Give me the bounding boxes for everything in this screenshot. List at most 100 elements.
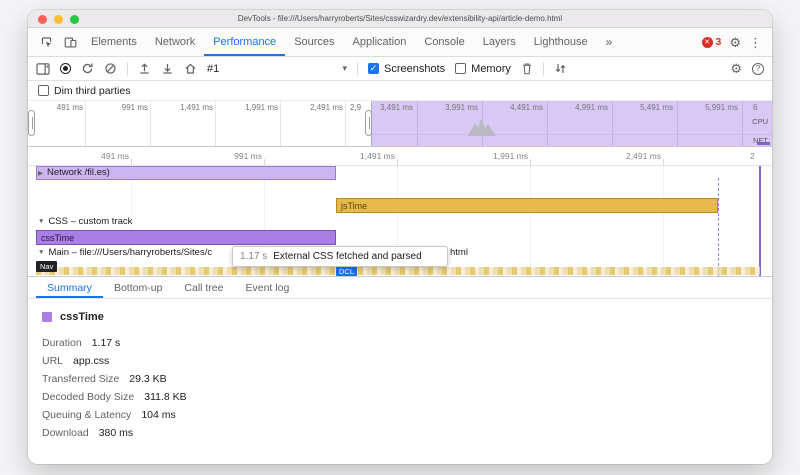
- overview-tick: 3,491 ms: [353, 103, 413, 112]
- tab-elements[interactable]: Elements: [82, 28, 146, 56]
- upload-icon: [138, 62, 151, 75]
- tab-application[interactable]: Application: [344, 28, 416, 56]
- summary-row: Decoded Body Size 311.8 KB: [42, 388, 772, 406]
- record-icon: [63, 66, 68, 71]
- help-icon[interactable]: ?: [752, 63, 764, 75]
- home-button[interactable]: [184, 62, 197, 75]
- timeline-ruler[interactable]: 491 ms 991 ms 1,491 ms 1,991 ms 2,491 ms…: [28, 147, 772, 166]
- overview-tick: 5,991 ms: [678, 103, 738, 112]
- network-track-header[interactable]: ▶ Network /fil.es): [38, 167, 110, 178]
- devtools-window: DevTools - file:///Users/harryroberts/Si…: [28, 10, 772, 464]
- js-time-bar[interactable]: jsTime: [336, 198, 718, 213]
- capture-settings-button[interactable]: [554, 62, 567, 75]
- tab-lighthouse[interactable]: Lighthouse: [525, 28, 597, 56]
- tab-sources[interactable]: Sources: [285, 28, 343, 56]
- download-icon: [161, 62, 174, 75]
- tooltip-text: External CSS fetched and parsed: [273, 251, 421, 262]
- ruler-tick: 2,491 ms: [601, 151, 661, 161]
- record-button[interactable]: [60, 63, 71, 74]
- reload-and-record-button[interactable]: [81, 62, 94, 75]
- error-icon: ✕: [702, 37, 713, 48]
- toolbar-divider: [543, 62, 544, 76]
- history-select[interactable]: #1 ▾: [207, 63, 347, 75]
- css-time-bar[interactable]: cssTime: [36, 230, 336, 245]
- grid-line: [345, 101, 346, 146]
- ruler-mark: [131, 159, 132, 165]
- summary-row-label: URL: [42, 355, 63, 367]
- ruler-mark: [264, 159, 265, 165]
- toggle-sidebar-button[interactable]: [36, 63, 50, 75]
- ruler-mark: [530, 159, 531, 165]
- css-track-header[interactable]: ▼ CSS – custom track: [38, 216, 132, 227]
- memory-toggle[interactable]: Memory: [455, 63, 511, 75]
- swap-vert-icon: [554, 62, 567, 75]
- overview-tick: 4,491 ms: [483, 103, 543, 112]
- grid-line: [215, 101, 216, 146]
- inspect-element-button[interactable]: [34, 28, 58, 56]
- more-tabs-button[interactable]: »: [597, 28, 622, 56]
- summary-row-value: 104 ms: [141, 409, 175, 421]
- titlebar: DevTools - file:///Users/harryroberts/Si…: [28, 10, 772, 28]
- error-badge[interactable]: ✕ 3: [702, 36, 722, 48]
- screenshots-toggle[interactable]: ✓ Screenshots: [368, 63, 445, 75]
- device-toolbar-button[interactable]: [58, 28, 82, 56]
- error-count: 3: [716, 36, 722, 48]
- screenshots-label: Screenshots: [384, 63, 445, 75]
- sidebar-toggle-icon: [36, 63, 50, 75]
- more-menu-icon[interactable]: ⋮: [749, 36, 762, 49]
- tab-network[interactable]: Network: [146, 28, 204, 56]
- timeline-overview[interactable]: 491 ms 991 ms 1,491 ms 1,991 ms 2,491 ms…: [28, 101, 772, 147]
- dcl-badge[interactable]: DCL: [336, 266, 357, 276]
- save-profile-button[interactable]: [161, 62, 174, 75]
- overview-tick: 991 ms: [88, 103, 148, 112]
- summary-row-label: Download: [42, 427, 89, 439]
- tab-console[interactable]: Console: [415, 28, 473, 56]
- ruler-mark: [663, 159, 664, 165]
- main-track-label-tail: html: [450, 247, 468, 258]
- ruler-tick: 1,991 ms: [468, 151, 528, 161]
- css-track-label: CSS – custom track: [48, 216, 132, 227]
- settings-gear-icon[interactable]: ⚙: [729, 36, 741, 49]
- overview-tick: 4,991 ms: [548, 103, 608, 112]
- tab-call-tree[interactable]: Call tree: [173, 277, 234, 298]
- overview-tick: 6: [753, 103, 757, 112]
- tab-bottom-up[interactable]: Bottom-up: [103, 277, 173, 298]
- tab-event-log[interactable]: Event log: [235, 277, 301, 298]
- flame-chart-area[interactable]: ▶ Network /fil.es) jsTime ▼ CSS – custom…: [28, 166, 772, 276]
- cpu-activity: [468, 116, 496, 136]
- performance-toolbar: #1 ▾ ✓ Screenshots Memory ⚙ ?: [28, 57, 772, 81]
- trash-icon: [521, 62, 533, 75]
- summary-row-label: Duration: [42, 337, 82, 349]
- main-track-header[interactable]: ▼ Main – file:///Users/harryroberts/Site…: [38, 247, 212, 258]
- tab-layers[interactable]: Layers: [474, 28, 525, 56]
- main-thread-activity-strip[interactable]: [36, 267, 760, 275]
- ruler-tick: 2: [750, 151, 755, 161]
- summary-row: Duration 1.17 s: [42, 334, 772, 352]
- summary-row-label: Transferred Size: [42, 373, 119, 385]
- summary-title: cssTime: [60, 311, 104, 323]
- ruler-tick: 491 ms: [69, 151, 129, 161]
- toolbar-divider: [127, 62, 128, 76]
- tab-summary[interactable]: Summary: [36, 277, 103, 298]
- screenshots-checkbox[interactable]: ✓: [368, 63, 379, 74]
- clear-recording-button[interactable]: [104, 62, 117, 75]
- summary-row: Download 380 ms: [42, 424, 772, 442]
- trace-end-line: [759, 166, 761, 276]
- chevron-down-icon: ▾: [342, 63, 347, 74]
- selection-handle-left[interactable]: [28, 110, 35, 136]
- ruler-mark: [397, 159, 398, 165]
- clear-icon: [104, 62, 117, 75]
- dim-third-parties-checkbox[interactable]: [38, 85, 49, 96]
- network-track-label: Network /fil.es): [47, 167, 110, 178]
- toolbar-divider: [357, 62, 358, 76]
- overview-tick: 5,491 ms: [613, 103, 673, 112]
- expand-triangle-icon: ▶: [38, 169, 43, 177]
- tab-performance[interactable]: Performance: [204, 28, 285, 56]
- selection-handle-right[interactable]: [365, 110, 372, 136]
- capture-gear-icon[interactable]: ⚙: [730, 62, 742, 75]
- collect-garbage-button[interactable]: [521, 62, 533, 75]
- summary-row-value: 1.17 s: [92, 337, 121, 349]
- history-label: #1: [207, 63, 219, 75]
- memory-checkbox[interactable]: [455, 63, 466, 74]
- load-profile-button[interactable]: [138, 62, 151, 75]
